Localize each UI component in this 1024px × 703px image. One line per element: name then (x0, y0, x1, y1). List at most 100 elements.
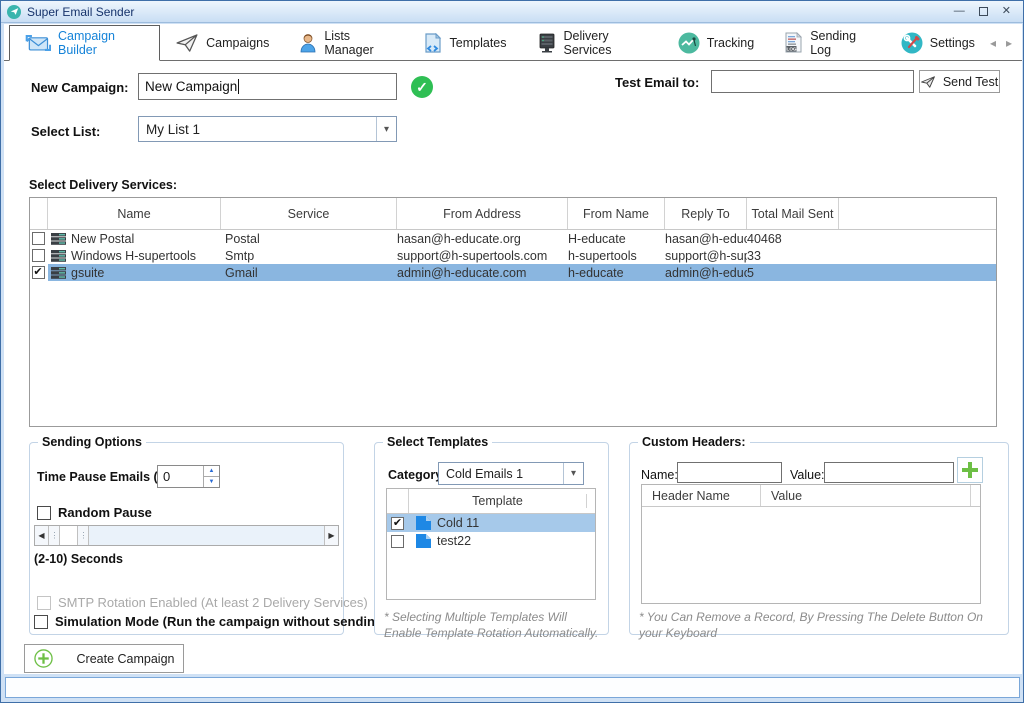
document-icon (423, 33, 443, 53)
app-logo-icon (7, 5, 21, 19)
slider-left-arrow-icon[interactable]: ◀ (35, 526, 49, 545)
header-value-label: Value: (790, 468, 825, 482)
test-email-input[interactable] (711, 70, 914, 93)
tab-label: Campaign Builder (58, 29, 144, 57)
server-row-icon (51, 233, 66, 245)
category-value: Cold Emails 1 (439, 463, 563, 484)
slider-handle-min[interactable]: ⋮ (49, 526, 60, 545)
tab-delivery-services[interactable]: Delivery Services (522, 25, 663, 60)
service-name: gsuite (71, 266, 104, 280)
select-list-dropdown[interactable]: My List 1 ▾ (138, 116, 397, 142)
text-caret (238, 79, 239, 94)
from-address: admin@h-educate.com (397, 266, 568, 280)
header-name-column[interactable]: Header Name (642, 489, 760, 503)
title-bar: Super Email Sender — ✕ (1, 1, 1023, 23)
column-header-from-address[interactable]: From Address (397, 198, 568, 229)
table-row[interactable]: New Postal Postal hasan@h-educate.org H-… (30, 230, 996, 247)
category-dropdown[interactable]: Cold Emails 1 ▾ (438, 462, 584, 485)
total-mail-sent: 5 (747, 266, 839, 280)
template-file-icon (416, 534, 431, 548)
tab-scroll-right-icon[interactable]: ▸ (1006, 36, 1012, 50)
column-header-service[interactable]: Service (221, 198, 397, 229)
row-checkbox[interactable]: ✔ (391, 517, 404, 530)
tab-label: Lists Manager (324, 29, 392, 57)
column-header-total[interactable]: Total Mail Sent (747, 198, 839, 229)
templates-table: Template ✔ Cold 11 test22 (386, 488, 596, 600)
value-column[interactable]: Value (760, 485, 970, 506)
tools-icon (901, 32, 923, 54)
stepper-up-icon[interactable]: ▲ (204, 466, 219, 477)
paper-plane-icon (175, 34, 199, 52)
from-address: hasan@h-educate.org (397, 232, 568, 246)
tab-tracking[interactable]: Tracking (663, 25, 769, 60)
slider-handle-max[interactable]: ⋮ (78, 526, 89, 545)
tab-templates[interactable]: Templates (408, 25, 522, 60)
custom-headers-table: Header Name Value (641, 484, 981, 604)
tab-campaigns[interactable]: Campaigns (160, 25, 284, 60)
custom-headers-group-label: Custom Headers: (638, 435, 750, 449)
server-row-icon (51, 250, 66, 262)
service-name: New Postal (71, 232, 134, 246)
column-header-from-name[interactable]: From Name (568, 198, 665, 229)
template-row[interactable]: test22 (387, 532, 595, 550)
delivery-services-table: Name Service From Address From Name Repl… (29, 197, 997, 427)
pause-range-slider[interactable]: ◀ ⋮ ⋮ ▶ (34, 525, 339, 546)
close-button[interactable]: ✕ (1002, 6, 1011, 17)
create-campaign-label: Create Campaign (77, 652, 175, 666)
row-checkbox[interactable] (391, 535, 404, 548)
slider-gap (60, 526, 78, 545)
slider-right-arrow-icon[interactable]: ▶ (324, 526, 338, 545)
tab-settings[interactable]: Settings (886, 25, 990, 60)
total-mail-sent: 40468 (747, 232, 839, 246)
header-name-label: Name: (641, 468, 678, 482)
log-icon: LOG (784, 32, 803, 53)
tab-label: Tracking (707, 36, 754, 50)
window-title: Super Email Sender (27, 5, 134, 19)
time-pause-stepper[interactable]: 0 ▲ ▼ (157, 465, 220, 488)
smtp-rotation-label: SMTP Rotation Enabled (At least 2 Delive… (58, 595, 368, 610)
create-campaign-button[interactable]: Create Campaign (24, 644, 184, 673)
row-checkbox[interactable] (32, 232, 45, 245)
row-checkbox[interactable] (32, 249, 45, 262)
stepper-down-icon[interactable]: ▼ (204, 477, 219, 487)
table-row[interactable]: Windows H-supertools Smtp support@h-supe… (30, 247, 996, 264)
tab-sending-log[interactable]: LOG Sending Log (769, 25, 886, 60)
random-pause-checkbox[interactable]: Random Pause (37, 505, 152, 520)
tab-scroll-left-icon[interactable]: ◂ (990, 36, 996, 50)
row-checkbox[interactable]: ✔ (32, 266, 45, 279)
total-mail-sent: 33 (747, 249, 839, 263)
chevron-down-icon[interactable]: ▾ (376, 117, 396, 141)
tab-campaign-builder[interactable]: Campaign Builder (9, 25, 160, 61)
chevron-down-icon[interactable]: ▾ (563, 463, 583, 484)
chart-line-icon (678, 32, 700, 54)
send-test-button[interactable]: Send Test (919, 70, 1000, 93)
template-row-selected[interactable]: ✔ Cold 11 (387, 514, 595, 532)
reply-to: support@h-supe (665, 249, 747, 263)
tab-lists-manager[interactable]: Lists Manager (284, 25, 407, 60)
simulation-mode-checkbox[interactable]: Simulation Mode (Run the campaign withou… (34, 614, 431, 629)
add-header-button[interactable] (957, 457, 983, 483)
templates-note: * Selecting Multiple Templates Will Enab… (384, 609, 606, 641)
custom-headers-note: * You Can Remove a Record, By Pressing T… (639, 609, 999, 641)
service-type: Smtp (221, 249, 397, 263)
template-column-header[interactable]: Template (409, 494, 587, 508)
service-type: Postal (221, 232, 397, 246)
server-row-icon (51, 267, 66, 279)
minimize-button[interactable]: — (954, 6, 965, 17)
header-name-input[interactable] (677, 462, 782, 483)
checkbox-box (37, 596, 51, 610)
new-campaign-input[interactable]: New Campaign (138, 73, 397, 100)
new-campaign-label: New Campaign: (31, 80, 129, 95)
from-name: h-educate (568, 266, 665, 280)
app-window: Super Email Sender — ✕ Campaign Builder … (0, 0, 1024, 703)
column-header-reply-to[interactable]: Reply To (665, 198, 747, 229)
column-header-name[interactable]: Name (48, 198, 221, 229)
checkbox-box[interactable] (34, 615, 48, 629)
send-test-label: Send Test (943, 75, 998, 89)
header-value-input[interactable] (824, 462, 954, 483)
tab-label: Settings (930, 36, 975, 50)
checkbox-box[interactable] (37, 506, 51, 520)
table-row-selected[interactable]: ✔ gsuite Gmail admin@h-educate.com h-edu… (30, 264, 996, 281)
tab-label: Sending Log (810, 29, 871, 57)
maximize-button[interactable] (979, 7, 988, 16)
